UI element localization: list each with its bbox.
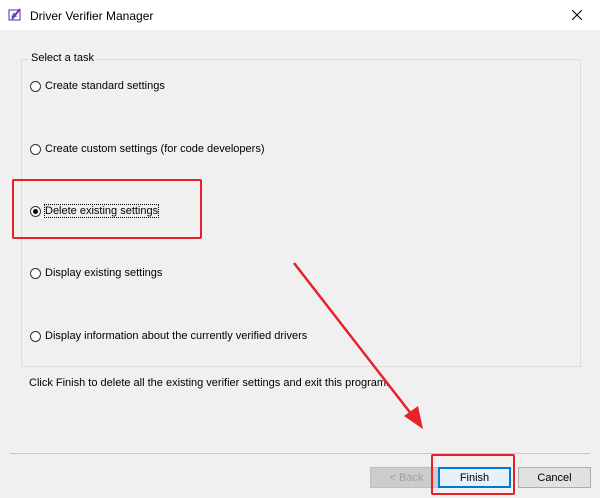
annotation-arrow — [293, 262, 423, 429]
